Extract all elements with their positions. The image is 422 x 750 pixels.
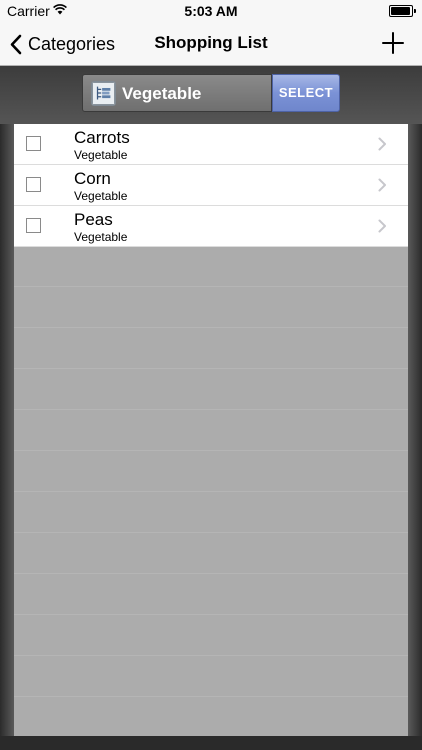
chevron-right-icon (378, 137, 386, 151)
back-button[interactable]: Categories (10, 30, 115, 58)
plus-icon[interactable] (380, 30, 406, 56)
item-name: Carrots (74, 128, 130, 147)
shopping-list-panel: Carrots Vegetable Corn Vegetable Peas Ve… (14, 124, 408, 736)
category-selector: Vegetable SELECT (82, 74, 340, 112)
list-item[interactable]: Carrots Vegetable (14, 124, 408, 165)
chevron-left-icon (10, 34, 22, 54)
navigation-bar: Categories Shopping List (0, 22, 422, 66)
list-item[interactable]: Corn Vegetable (14, 165, 408, 206)
battery-icon (389, 5, 416, 17)
category-label: Vegetable (122, 84, 202, 103)
item-category: Vegetable (74, 148, 128, 162)
item-checkbox[interactable] (26, 218, 41, 233)
item-category: Vegetable (74, 189, 128, 203)
item-name: Corn (74, 169, 111, 188)
item-category: Vegetable (74, 230, 128, 244)
empty-rows (14, 246, 408, 736)
item-checkbox[interactable] (26, 177, 41, 192)
shopping-list: Carrots Vegetable Corn Vegetable Peas Ve… (14, 124, 408, 247)
content-area: Vegetable SELECT Carrots Vegetable Corn … (0, 66, 422, 750)
status-bar: Carrier 5:03 AM (0, 0, 422, 22)
category-toolbar: Vegetable SELECT (0, 66, 422, 124)
list-item[interactable]: Peas Vegetable (14, 206, 408, 247)
item-checkbox[interactable] (26, 136, 41, 151)
list-tree-icon (91, 81, 116, 106)
back-button-label: Categories (28, 33, 116, 54)
select-button[interactable]: SELECT (272, 74, 340, 112)
bottom-bar (0, 736, 422, 750)
category-field[interactable]: Vegetable (82, 74, 272, 112)
status-time: 5:03 AM (184, 3, 238, 19)
item-name: Peas (74, 210, 113, 229)
chevron-right-icon (378, 178, 386, 192)
chevron-right-icon (378, 219, 386, 233)
